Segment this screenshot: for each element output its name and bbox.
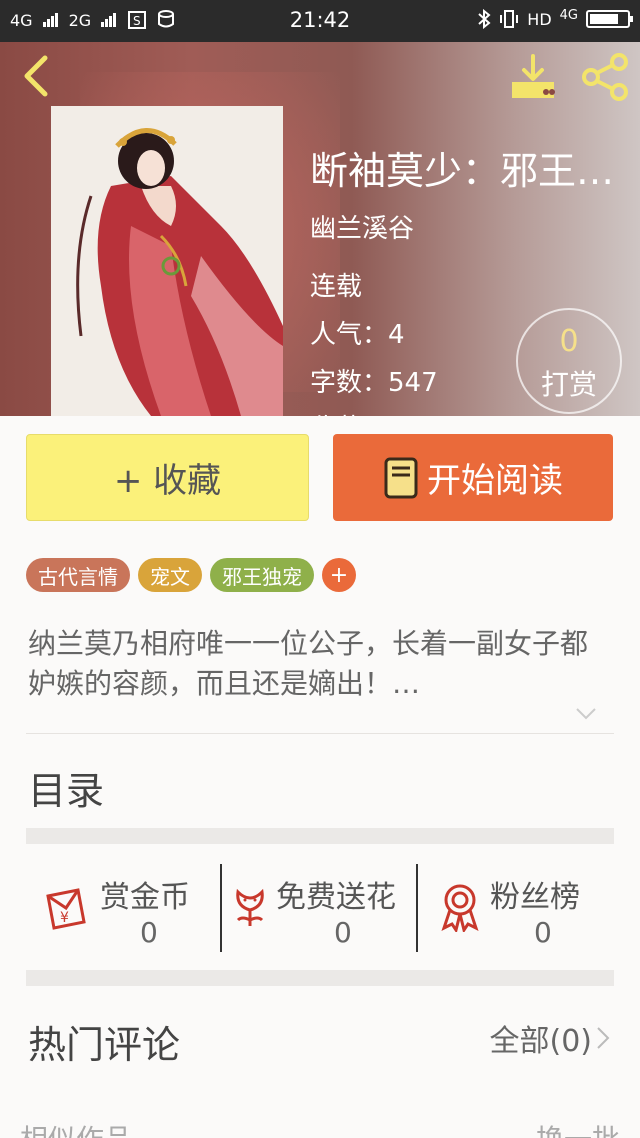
svg-text:¥: ¥ (60, 910, 69, 926)
tag-label: 宠文 (150, 564, 190, 589)
add-tag-button[interactable]: + (322, 558, 356, 592)
reward-button[interactable]: 0 打赏 (516, 308, 622, 414)
vibrate-icon (500, 10, 519, 28)
download-button[interactable] (506, 52, 560, 102)
tag-list: 古代言情 宠文 邪王独宠 + (26, 558, 356, 592)
network-4g-label-2: 4G (559, 7, 578, 23)
fan-ranking-button[interactable]: 粉丝榜 0 (418, 862, 614, 954)
share-button[interactable] (578, 50, 634, 104)
tag-label: 邪王独宠 (222, 564, 302, 589)
book-word-count: 字数：547 (310, 368, 438, 398)
start-reading-button[interactable]: 开始阅读 (333, 434, 613, 521)
red-envelope-icon: ¥ (46, 888, 86, 930)
tag-item[interactable]: 古代言情 (26, 558, 130, 592)
gold-coin-value: 0 (140, 916, 158, 949)
free-flower-value: 0 (334, 916, 352, 949)
start-reading-label: 开始阅读 (427, 461, 563, 501)
free-flower-button[interactable]: 免费送花 0 (222, 862, 418, 954)
all-comments-label: 全部(0) (489, 1024, 593, 1059)
hd-label: HD (527, 9, 552, 29)
tag-label: 古代言情 (38, 564, 118, 589)
divider (26, 733, 614, 734)
bluetooth-icon (478, 9, 491, 29)
flower-icon (236, 888, 264, 926)
free-flower-label: 免费送花 (276, 880, 396, 915)
book-description: 纳兰莫乃相府唯一一位公子，长着一副女子都妒嫉的容颜，而且还是嫡出！… (28, 627, 589, 700)
cover-illustration (51, 106, 283, 416)
similar-works-title: 相似作品 (20, 1118, 132, 1138)
status-right: HD 4G (477, 7, 633, 29)
tag-item[interactable]: 邪王独宠 (210, 558, 314, 592)
book-author[interactable]: 幽兰溪谷 (310, 208, 414, 245)
book-title: 断袖莫少：邪王… (310, 149, 615, 193)
toc-title[interactable]: 目录 (28, 760, 104, 815)
fan-ranking-label: 粉丝榜 (490, 880, 580, 915)
book-popularity: 人气：4 (310, 320, 405, 350)
section-separator (26, 970, 614, 986)
status-bar: 4G 2G S 21:42 HD 4G (0, 0, 640, 42)
book-icon (384, 457, 418, 498)
medal-icon (441, 884, 479, 932)
support-stats: ¥ 赏金币 0 免费送花 0 粉丝榜 0 (26, 862, 614, 954)
gold-coin-reward-button[interactable]: ¥ 赏金币 0 (26, 862, 222, 954)
fan-ranking-value: 0 (534, 916, 552, 949)
back-button[interactable] (14, 54, 58, 98)
battery-icon (586, 10, 633, 28)
collect-label: + 收藏 (113, 461, 222, 501)
book-header: 断袖莫少：邪王… 幽兰溪谷 连载 人气：4 字数：547 收藏：0 0 打赏 (0, 42, 640, 416)
section-separator (26, 828, 614, 844)
share-icon (582, 53, 628, 101)
reward-label: 打赏 (540, 368, 597, 401)
chevron-down-icon (576, 708, 596, 720)
back-arrow-icon (24, 55, 48, 97)
refresh-similar-button[interactable]: 换一批 (536, 1118, 620, 1138)
tag-item[interactable]: 宠文 (138, 558, 202, 592)
all-comments-link[interactable]: 全部(0) (490, 1016, 611, 1060)
book-cover[interactable] (51, 106, 283, 416)
book-status: 连载 (310, 272, 363, 302)
expand-description-button[interactable] (575, 706, 597, 725)
reward-count: 0 (559, 324, 579, 359)
book-favorites: 收藏：0 (310, 408, 405, 416)
gold-coin-label: 赏金币 (100, 880, 190, 915)
download-icon (512, 54, 555, 98)
hot-comments-title: 热门评论 (28, 1023, 181, 1067)
collect-button[interactable]: + 收藏 (26, 434, 309, 521)
chevron-right-icon (597, 1027, 610, 1049)
